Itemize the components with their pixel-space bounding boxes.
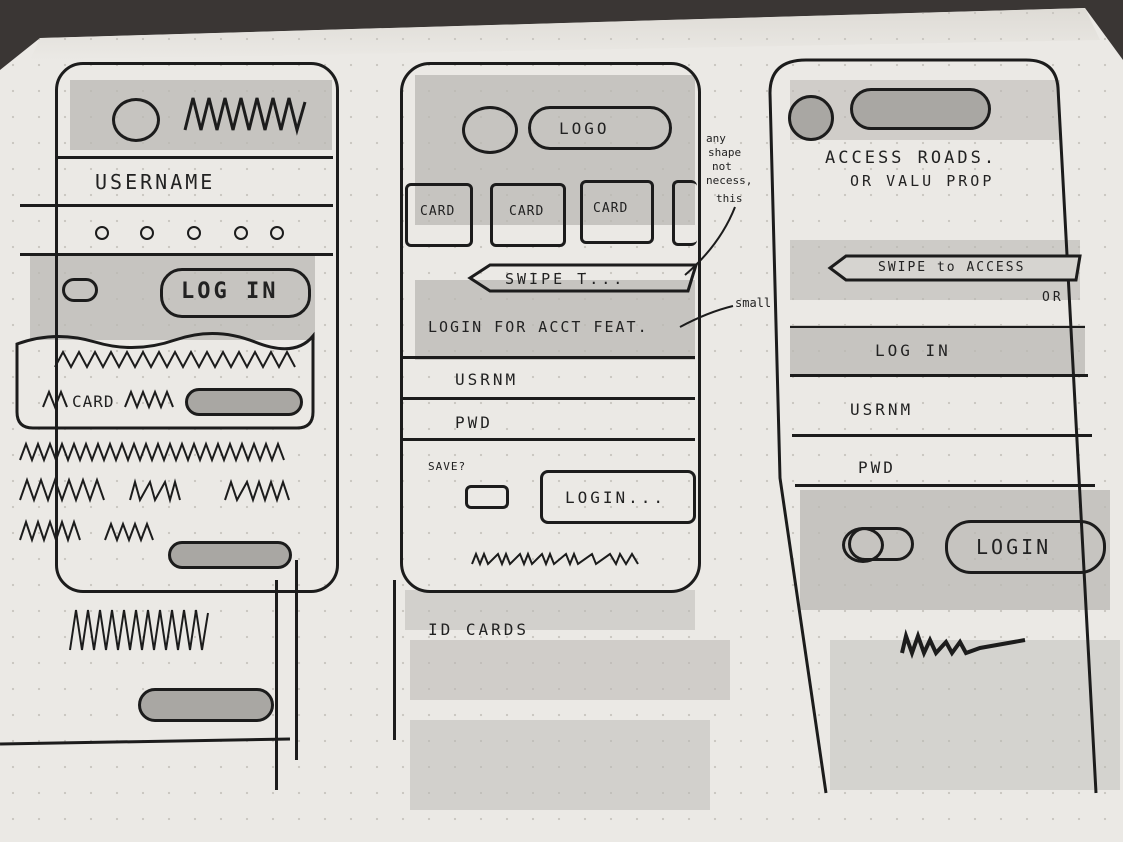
action-pill[interactable] bbox=[168, 541, 292, 569]
password-dot bbox=[270, 226, 284, 240]
password-dot bbox=[187, 226, 201, 240]
card-label: CARD bbox=[72, 392, 115, 411]
phone-edge bbox=[295, 560, 298, 760]
card-label: CARD bbox=[593, 201, 629, 216]
scribble-text bbox=[69, 609, 209, 651]
remember-toggle[interactable] bbox=[62, 278, 98, 302]
divider bbox=[400, 397, 695, 400]
scribble-footer bbox=[900, 628, 1026, 660]
sketchbook-page: USERNAME LOG IN CARD LOGO CARD CARD CARD… bbox=[0, 8, 1123, 842]
divider bbox=[20, 204, 333, 207]
card-3[interactable]: CARD bbox=[580, 180, 654, 244]
avatar-circle bbox=[112, 98, 160, 142]
annotation-line: any bbox=[706, 132, 726, 145]
scribble-title bbox=[183, 97, 307, 136]
logo-pill: LOGO bbox=[528, 106, 672, 150]
logo-label: LOGO bbox=[559, 119, 610, 138]
login-button-label: LOG IN bbox=[181, 279, 279, 304]
save-label: SAVE? bbox=[428, 460, 467, 473]
avatar-circle bbox=[462, 106, 518, 154]
card-1[interactable]: CARD bbox=[405, 183, 473, 247]
divider bbox=[790, 326, 1085, 328]
card-2[interactable]: CARD bbox=[490, 183, 566, 247]
divider bbox=[795, 484, 1095, 487]
value-prop-line-1: ACCESS ROADS. bbox=[825, 148, 998, 168]
swipe-label: SWIPE T... bbox=[505, 270, 626, 288]
phone-edge bbox=[275, 580, 278, 790]
password-dot bbox=[234, 226, 248, 240]
wash bbox=[410, 640, 730, 700]
login-button[interactable]: LOGIN... bbox=[540, 470, 696, 524]
divider bbox=[400, 356, 695, 359]
annotation-arrow bbox=[684, 206, 736, 276]
card-label: CARD bbox=[509, 204, 545, 219]
remember-toggle[interactable] bbox=[848, 527, 914, 561]
annotation-line: not bbox=[712, 160, 732, 173]
divider bbox=[790, 374, 1088, 377]
phone-edge bbox=[393, 580, 396, 740]
save-toggle[interactable] bbox=[465, 485, 509, 509]
id-cards-caption: ID CARDS bbox=[428, 620, 530, 639]
username-field-label[interactable]: USRNM bbox=[455, 370, 518, 389]
login-button-label: LOGIN... bbox=[565, 488, 667, 507]
card-label: CARD bbox=[420, 204, 456, 219]
login-button[interactable]: LOG IN bbox=[160, 268, 311, 318]
login-feat-label: LOGIN FOR ACCT FEAT. bbox=[428, 318, 649, 336]
divider bbox=[792, 434, 1092, 437]
scribble-footer bbox=[471, 551, 639, 567]
action-pill[interactable] bbox=[138, 688, 274, 722]
wash bbox=[410, 720, 710, 810]
card-action-pill[interactable] bbox=[185, 388, 303, 416]
login-button[interactable]: LOGIN bbox=[945, 520, 1106, 574]
username-field-label[interactable]: USRNM bbox=[850, 400, 913, 419]
logo-pill bbox=[850, 88, 991, 130]
password-dot bbox=[95, 226, 109, 240]
annotation-line: this bbox=[716, 192, 743, 205]
or-label: OR bbox=[1042, 290, 1064, 305]
value-prop-line-2: OR VALU PROP bbox=[850, 172, 995, 190]
login-button-label: LOGIN bbox=[976, 535, 1052, 559]
password-dot bbox=[140, 226, 154, 240]
divider bbox=[20, 253, 333, 256]
phone-outline bbox=[768, 58, 1098, 794]
divider bbox=[55, 156, 333, 159]
scribble-text-block bbox=[19, 441, 290, 544]
annotation-arrow bbox=[679, 305, 734, 328]
password-field-label[interactable]: PWD bbox=[858, 458, 896, 477]
annotation-line: shape bbox=[708, 146, 742, 159]
username-field-label[interactable]: USERNAME bbox=[95, 170, 215, 194]
annotation-line: necess, bbox=[706, 174, 753, 187]
avatar-circle bbox=[788, 95, 834, 141]
password-field-label[interactable]: PWD bbox=[455, 413, 493, 432]
swipe-label: SWIPE to ACCESS bbox=[878, 260, 1026, 275]
divider bbox=[400, 438, 695, 441]
login-section-label: LOG IN bbox=[875, 341, 951, 360]
